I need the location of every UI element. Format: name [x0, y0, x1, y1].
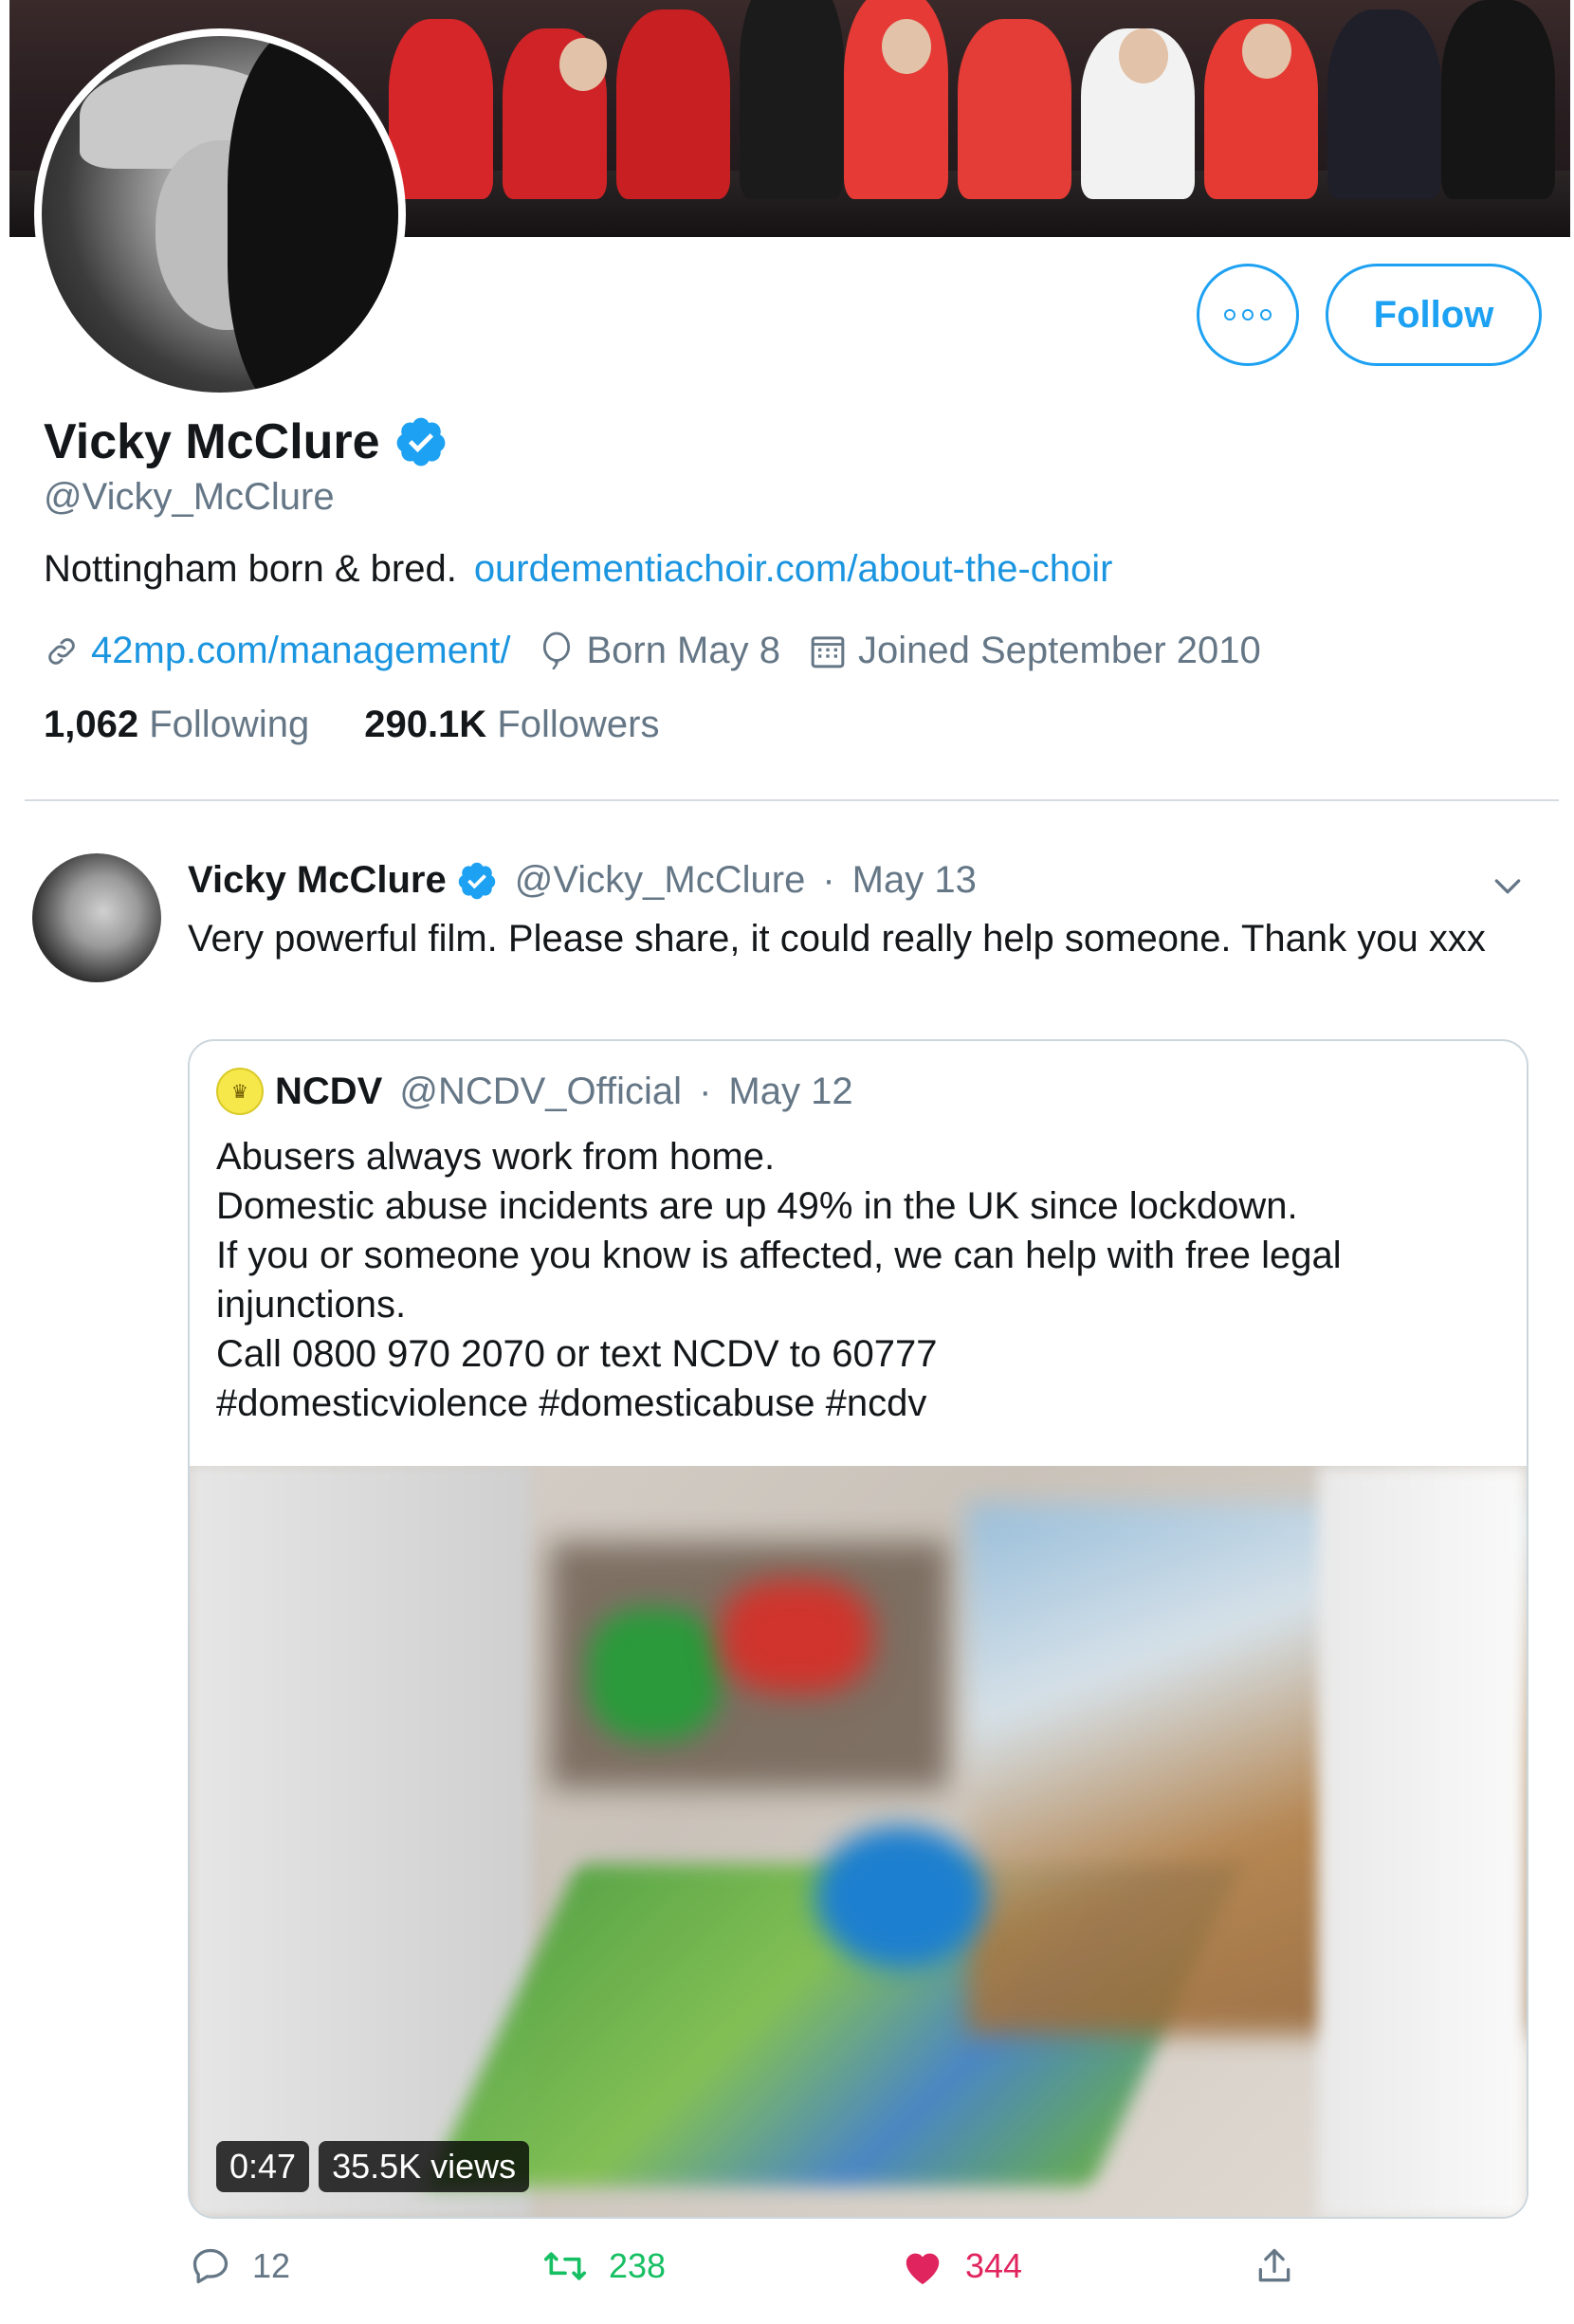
- tweet-author-avatar[interactable]: [32, 853, 161, 982]
- banner-person: [1441, 0, 1555, 199]
- profile-meta: 42mp.com/management/ Born May 8 Joined S…: [44, 630, 1290, 672]
- website-item: 42mp.com/management/: [44, 630, 510, 672]
- reply-count: 12: [252, 2246, 291, 2285]
- video-badges: 0:47 35.5K views: [216, 2141, 530, 2192]
- quoted-hashtags[interactable]: #domesticviolence #domesticabuse #ncdv: [216, 1379, 1506, 1428]
- quoted-tweet[interactable]: ♛ NCDV @NCDV_Official · May 12 Abusers a…: [188, 1039, 1528, 2219]
- profile-avatar[interactable]: [34, 28, 406, 400]
- banner-person: [740, 0, 844, 199]
- banner-head: [1242, 24, 1291, 79]
- like-button[interactable]: 344: [901, 2245, 1022, 2287]
- verified-badge-icon: [458, 862, 495, 899]
- verified-badge-icon: [396, 417, 445, 467]
- followers-link[interactable]: 290.1K Followers: [364, 704, 659, 746]
- banner-head: [559, 38, 607, 91]
- more-options-button[interactable]: [1197, 264, 1299, 366]
- share-button[interactable]: [1254, 2245, 1295, 2287]
- display-name-text: Vicky McClure: [44, 414, 380, 469]
- quoted-text-line: Domestic abuse incidents are up 49% in t…: [216, 1185, 1298, 1227]
- following-label: Following: [149, 704, 310, 745]
- banner-head: [1119, 28, 1168, 83]
- quoted-date: May 12: [728, 1070, 853, 1112]
- avatar-photo: [42, 36, 398, 393]
- calendar-icon: [811, 635, 845, 668]
- tweet-author-name[interactable]: Vicky McClure: [188, 859, 447, 902]
- retweet-button[interactable]: 238: [542, 2245, 666, 2287]
- profile-bio: Nottingham born & bred. ourdementiachoir.…: [44, 548, 1113, 591]
- avatar-hood: [228, 36, 398, 393]
- bio-link[interactable]: ourdementiachoir.com/about-the-choir: [474, 548, 1113, 590]
- follow-counts: 1,062 Following 290.1K Followers: [44, 704, 659, 746]
- birthday-item: Born May 8: [539, 630, 780, 672]
- profile-display-name: Vicky McClure: [44, 413, 448, 470]
- balloon-icon: [543, 631, 571, 669]
- tweet-separator: ·: [822, 859, 835, 901]
- quoted-tweet-text: Abusers always work from home. Domestic …: [216, 1132, 1506, 1428]
- banner-person: [1327, 9, 1441, 199]
- heart-icon: [906, 2253, 940, 2285]
- tweet-header: Vicky McClure @Vicky_McClure · May 13: [188, 859, 977, 902]
- chevron-down-icon[interactable]: [1489, 867, 1527, 905]
- banner-person: [616, 9, 730, 199]
- followers-count: 290.1K: [364, 704, 487, 745]
- quoted-text-line: If you or someone you know is affected, …: [216, 1235, 1342, 1276]
- banner-person: [958, 19, 1071, 199]
- bio-text: Nottingham born & bred.: [44, 548, 457, 590]
- joined-item: Joined September 2010: [809, 630, 1261, 672]
- video-player[interactable]: 0:47 35.5K views: [190, 1466, 1527, 2217]
- retweet-count: 238: [609, 2246, 667, 2285]
- quoted-text-line: Abusers always work from home.: [216, 1136, 776, 1178]
- tweet-text: Very powerful film. Please share, it cou…: [188, 918, 1486, 960]
- quoted-tweet-header: ♛ NCDV @NCDV_Official · May 12: [216, 1068, 853, 1115]
- video-scene: [1318, 1466, 1527, 2217]
- profile-handle: @Vicky_McClure: [44, 476, 335, 518]
- ncdv-logo-icon: ♛: [216, 1068, 264, 1115]
- quoted-author-name: NCDV: [275, 1070, 383, 1112]
- birthday-text: Born May 8: [586, 630, 780, 671]
- tweet-actions: 12 238 344: [188, 2245, 1515, 2298]
- share-icon: [1258, 2248, 1290, 2282]
- section-divider: [25, 799, 1559, 801]
- following-count: 1,062: [44, 704, 139, 745]
- retweet-icon: [543, 2252, 586, 2280]
- banner-head: [882, 19, 931, 74]
- banner-person: [389, 19, 493, 199]
- link-icon: [48, 637, 75, 665]
- joined-text: Joined September 2010: [857, 630, 1261, 671]
- following-link[interactable]: 1,062 Following: [44, 704, 309, 746]
- reply-icon: [192, 2248, 229, 2284]
- reply-button[interactable]: 12: [190, 2245, 290, 2287]
- like-count: 344: [965, 2246, 1023, 2285]
- video-duration-badge: 0:47: [216, 2141, 310, 2192]
- quoted-text-line: Call 0800 970 2070 or text NCDV to 60777: [216, 1333, 938, 1375]
- video-views-badge: 35.5K views: [319, 2141, 530, 2192]
- video-scene: [588, 1608, 721, 1741]
- quoted-text-line: injunctions.: [216, 1284, 407, 1326]
- website-link[interactable]: 42mp.com/management/: [91, 630, 510, 672]
- video-scene: [815, 1826, 986, 1968]
- more-icon: [1224, 309, 1272, 320]
- tweet-author-handle[interactable]: @Vicky_McClure: [515, 859, 806, 902]
- tweet-date[interactable]: May 13: [852, 859, 977, 902]
- quoted-separator: ·: [699, 1070, 712, 1112]
- quoted-author-handle: @NCDV_Official: [399, 1070, 683, 1112]
- video-scene: [721, 1580, 872, 1693]
- followers-label: Followers: [497, 704, 660, 745]
- follow-button[interactable]: Follow: [1326, 264, 1542, 366]
